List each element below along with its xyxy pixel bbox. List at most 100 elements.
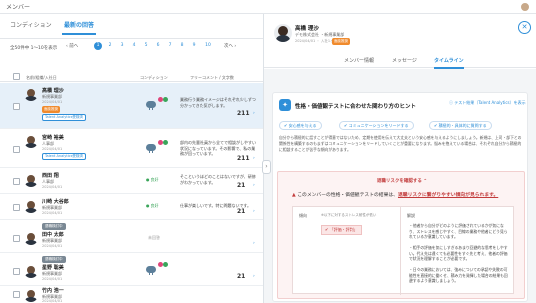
page-8[interactable]: 8 — [178, 42, 186, 50]
detail-tabs: メンバー情報 メッセージ タイムライン — [264, 54, 536, 69]
row-checkbox[interactable] — [13, 235, 20, 242]
char-count: 21 — [237, 182, 246, 189]
tendency-label: 傾向 — [299, 213, 307, 218]
avatar — [24, 288, 38, 302]
column-condition[interactable]: コンディション — [140, 75, 168, 81]
avatar — [24, 264, 38, 278]
page-9[interactable]: 9 — [190, 42, 198, 50]
resignation-risk-box: 退職リスクを確認する ⌃ ▲ このメンバーの性格・価値観テストの結果は、退職リス… — [277, 171, 525, 299]
explanation-item: ・日々の業務においては、強みについての承認や失敗の可能性を直接的に働くせ、積み力… — [409, 267, 508, 283]
lightbulb-icon: ✦ — [279, 99, 291, 111]
row-chevron-icon[interactable]: › — [253, 274, 255, 279]
row-checkbox[interactable] — [13, 146, 20, 153]
hint-chip: ✔ コミュニケーションをリードする — [339, 121, 414, 130]
join-date: 2024/04/01 — [42, 277, 63, 281]
column-free-comment[interactable]: フリーコメント / 文字数 — [190, 75, 234, 81]
join-date: 2024/04/01 — [42, 147, 63, 151]
join-date: 2024/04/01 — [42, 185, 63, 189]
risk-table: 傾向 ※以下に対するストレス耐性が低い 「評価・評判」 解説 ・他者から自分がど… — [292, 206, 514, 295]
member-name[interactable]: 西田 翔 — [42, 172, 59, 179]
test-result-link[interactable]: ⓘ テスト結果（Talent Analytics）を表示 — [449, 100, 526, 106]
member-name[interactable]: 高橋 理沙 — [42, 87, 64, 94]
page-5[interactable]: 5 — [142, 42, 150, 50]
row-chevron-icon[interactable]: › — [253, 241, 255, 246]
row-checkbox[interactable] — [13, 178, 20, 185]
collapse-panel-chevron-icon[interactable]: › — [262, 160, 271, 174]
row-chevron-icon[interactable]: › — [253, 156, 255, 161]
resignation-badge: 退職検討中 — [42, 223, 66, 230]
resignation-badge: 退職検討中 — [42, 256, 66, 263]
page-2[interactable]: 2 — [106, 42, 114, 50]
tab-member-info[interactable]: メンバー情報 — [344, 57, 374, 67]
page-3[interactable]: 3 — [118, 42, 126, 50]
tab-latest-answers[interactable]: 最新の回答 — [62, 16, 97, 35]
member-name[interactable]: 田中 太郎 — [42, 231, 64, 238]
tab-condition[interactable]: コンディション — [8, 16, 54, 33]
char-count: 21 — [237, 208, 246, 215]
avatar — [24, 231, 38, 245]
close-icon[interactable]: ✕ — [518, 21, 531, 34]
row-chevron-icon[interactable]: › — [253, 111, 255, 116]
avatar — [24, 173, 38, 187]
char-count: 211 — [237, 110, 250, 117]
table-row[interactable]: 退職検討中 田中 太郎 新規事業部 2024/04/01 未回答 › — [0, 221, 272, 253]
table-row[interactable]: 退職検討中 星野 聡美 新規事業部 2024/04/01 21 › — [0, 254, 272, 286]
char-count: 211 — [237, 155, 250, 162]
member-name[interactable]: 川崎 大谷郎 — [42, 198, 69, 205]
row-chevron-icon[interactable]: › — [253, 209, 255, 214]
alert-icons — [158, 97, 168, 103]
table-row[interactable]: 竹内 浩一 新規事業部 2024/04/01 — [0, 287, 272, 303]
condition-rain-icon — [146, 142, 158, 153]
page-7[interactable]: 7 — [166, 42, 174, 50]
page-1[interactable]: 1 — [94, 42, 102, 50]
tab-message[interactable]: メッセージ — [392, 57, 417, 67]
page-10[interactable]: 10 — [204, 42, 212, 50]
row-checkbox[interactable] — [13, 268, 20, 275]
risk-message-text: このメンバーの性格・価値観テストの結果は、 — [297, 193, 398, 198]
row-checkbox[interactable] — [13, 291, 20, 298]
explanation-label: 解説 — [407, 213, 415, 218]
table-header: 名前/組織/入社日 コンディション フリーコメント / 文字数 — [0, 72, 272, 82]
talent-analytics-badge[interactable]: Talent Analytics受検済 — [42, 153, 86, 160]
member-name[interactable]: 宮崎 裕美 — [42, 134, 64, 141]
risk-highlight: 退職リスクに繋がりやすい傾向が見られます。 — [397, 193, 499, 198]
page-title: メンバー — [6, 4, 31, 11]
explanation-item: ・他者から自分がどのように評価されているかが気になり、ストレスを感じやすく、目線… — [409, 223, 508, 239]
member-name[interactable]: 星野 聡美 — [42, 264, 64, 271]
member-list-panel: コンディション 最新の回答 全50件中 1〜10を表示 ‹ 前へ 1 2 3 4… — [0, 14, 272, 303]
risk-toggle[interactable]: 退職リスクを確認する ⌃ — [278, 178, 526, 184]
tab-timeline[interactable]: タイムライン — [434, 57, 464, 69]
join-date: 2024/04/01 — [42, 211, 63, 215]
row-checkbox[interactable] — [13, 103, 20, 110]
table-row[interactable]: 高橋 理沙 新規事業部 2024/04/01 面談推奨 Talent Analy… — [0, 83, 272, 129]
char-count: 21 — [237, 273, 246, 280]
page-4[interactable]: 4 — [130, 42, 138, 50]
condition-rain-icon — [146, 99, 158, 110]
page-6[interactable]: 6 — [154, 42, 162, 50]
profile-name: 高橋 理沙 — [295, 26, 319, 32]
condition-rain-icon — [146, 264, 158, 275]
next-page-button[interactable]: 次へ › — [224, 43, 236, 50]
select-all-checkbox[interactable] — [13, 73, 20, 80]
row-chevron-icon[interactable]: › — [253, 183, 255, 188]
result-count: 全50件中 1〜10を表示 — [10, 46, 58, 51]
user-avatar[interactable] — [520, 2, 530, 12]
column-name[interactable]: 名前/組織/入社日 — [26, 75, 57, 81]
talent-analytics-badge[interactable]: Talent Analytics受検済 — [42, 114, 86, 121]
table-row[interactable]: 川崎 大谷郎 新規事業部 2024/04/01 良好 仕事が楽しいです。特に問題… — [0, 195, 272, 220]
table-row[interactable]: 宮崎 裕美 人事部 2024/04/01 Talent Analytics受検済… — [0, 130, 272, 168]
row-checkbox[interactable] — [13, 204, 20, 211]
profile-meta: 2024/04/01 ・ 入社1ヶ月 — [295, 39, 338, 43]
status-badge: 面談推奨 — [42, 106, 60, 113]
profile-avatar — [274, 24, 292, 42]
join-date: 2024/04/01 — [42, 299, 63, 303]
card-title: 性格・価値観テストに合わせた関わり方のヒント — [295, 104, 417, 110]
prev-page-button[interactable]: ‹ 前へ — [66, 43, 78, 50]
member-name[interactable]: 竹内 浩一 — [42, 287, 64, 294]
member-detail-panel: 高橋 理沙 デモ株式会社 ・新規事業部 2024/04/01 ・ 入社1ヶ月 面… — [263, 14, 536, 303]
avatar — [24, 199, 38, 213]
divider — [0, 38, 272, 39]
table-row[interactable]: 西田 翔 人事部 2024/04/01 良好 そこというほどのことはないですが、… — [0, 169, 272, 194]
join-date: 2024/04/01 — [42, 100, 63, 104]
condition-status: 良好 — [146, 177, 159, 183]
